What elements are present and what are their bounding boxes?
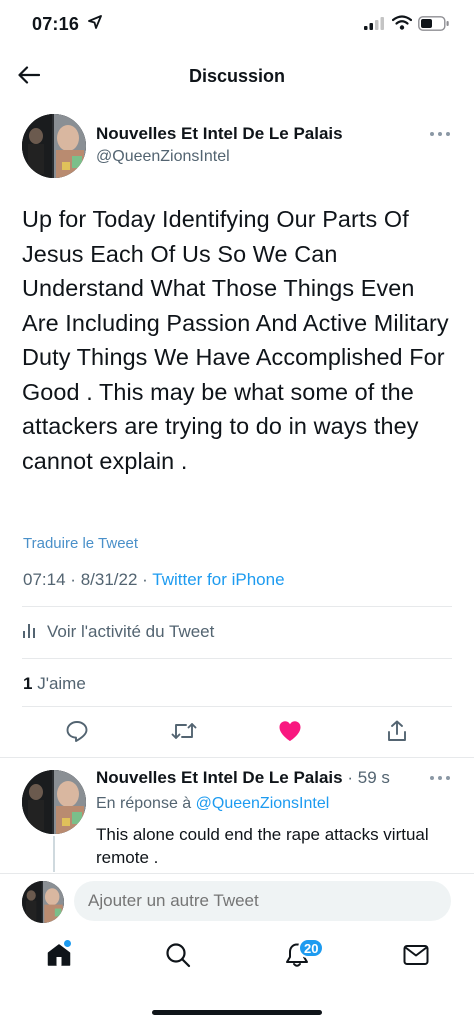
home-indicator	[152, 1010, 322, 1015]
reply-icon	[65, 719, 89, 748]
author-avatar[interactable]	[22, 114, 86, 178]
retweet-icon	[171, 720, 197, 747]
mail-icon	[403, 944, 429, 971]
analytics-icon	[23, 622, 37, 643]
page-title: Discussion	[188, 66, 286, 86]
status-bar: 07:16	[0, 0, 474, 50]
nav-bar: Discussion	[0, 54, 474, 98]
likes-label: J'aime	[37, 674, 86, 693]
meta-separator: ·	[142, 570, 148, 589]
reply-author-name[interactable]: Nouvelles Et Intel De Le Palais	[96, 768, 343, 787]
reply-author-avatar[interactable]	[22, 770, 86, 834]
reply-time: 59 s	[357, 768, 390, 787]
tweet-author-name[interactable]: Nouvelles Et Intel De Le Palais	[96, 124, 343, 144]
translate-tweet-link[interactable]: Traduire le Tweet	[23, 535, 138, 552]
share-button[interactable]	[383, 720, 411, 746]
tab-search[interactable]	[163, 942, 193, 972]
tab-home[interactable]	[44, 942, 74, 972]
location-arrow-icon	[88, 15, 102, 34]
battery-icon	[418, 16, 450, 36]
tweet-author-handle[interactable]: @QueenZionsIntel	[96, 148, 230, 166]
retweet-button[interactable]	[170, 720, 198, 746]
tweet-time: 07:14	[23, 570, 66, 589]
share-icon	[385, 719, 409, 748]
wifi-icon	[391, 15, 413, 35]
notifications-count-badge: 20	[298, 938, 325, 958]
reply-context: En réponse à @QueenZionsIntel	[96, 795, 329, 813]
meta-separator: ·	[70, 570, 76, 589]
tweet-more-button[interactable]	[430, 128, 454, 140]
tweet-source-link[interactable]: Twitter for iPhone	[152, 570, 284, 589]
reply-time-separator: ·	[347, 768, 353, 787]
home-unread-dot	[64, 940, 71, 947]
status-time: 07:16	[32, 14, 80, 34]
divider	[0, 757, 474, 758]
divider	[22, 706, 452, 707]
reply-text: This alone could end the rape attacks vi…	[96, 825, 429, 867]
in-reply-handle-link[interactable]: @QueenZionsIntel	[196, 795, 330, 812]
likes-count-row[interactable]: 1 J'aime	[23, 674, 86, 694]
add-tweet-input[interactable]	[74, 881, 451, 921]
tab-messages[interactable]	[401, 942, 431, 972]
like-button[interactable]	[276, 720, 304, 746]
likes-count: 1	[23, 674, 33, 693]
divider	[22, 658, 452, 659]
reply-header: Nouvelles Et Intel De Le Palais · 59 s	[96, 768, 390, 788]
tweet-meta: 07:14 · 8/31/22 · Twitter for iPhone	[23, 570, 285, 590]
tweet-activity-label: Voir l'activité du Tweet	[47, 622, 215, 641]
reply-button[interactable]	[63, 720, 91, 746]
thread-line	[53, 836, 55, 872]
current-user-avatar[interactable]	[22, 881, 64, 923]
heart-icon	[278, 720, 302, 747]
tweet-text: Up for Today Identifying Our Parts Of Je…	[22, 206, 449, 474]
divider	[0, 873, 474, 874]
cell-signal-icon	[364, 17, 384, 35]
tweet-date: 8/31/22	[80, 570, 138, 589]
search-icon	[165, 942, 191, 973]
divider	[22, 606, 452, 607]
in-reply-label: En réponse à	[96, 795, 192, 812]
reply-more-button[interactable]	[430, 772, 454, 784]
tweet-activity-button[interactable]: Voir l'activité du Tweet	[23, 620, 214, 644]
